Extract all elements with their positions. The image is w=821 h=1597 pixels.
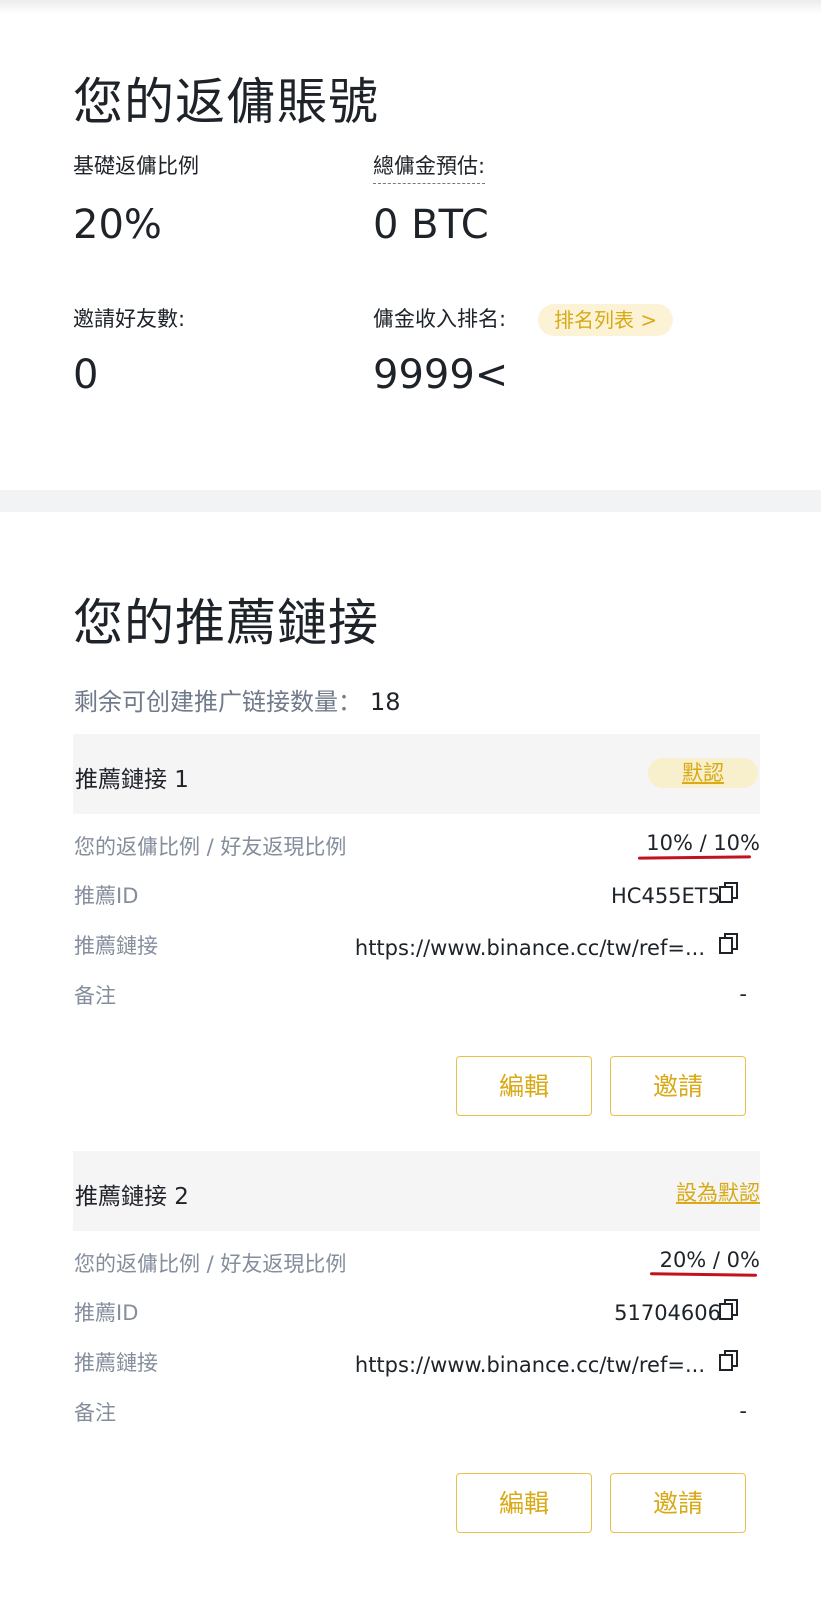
invited-friends-label: 邀請好友數: bbox=[73, 307, 186, 331]
remaining-count: 18 bbox=[370, 688, 401, 716]
invite-button[interactable]: 邀請 bbox=[610, 1056, 746, 1116]
copy-icon[interactable] bbox=[718, 932, 740, 956]
card-2-title: 推薦鏈接 2 bbox=[75, 1184, 189, 1210]
remaining-label: 剩余可创建推广链接数量： bbox=[74, 688, 362, 716]
note-value: - bbox=[739, 982, 747, 1006]
ratio-value: 20% / 0% bbox=[659, 1248, 760, 1272]
total-commission-label[interactable]: 總傭金預估: bbox=[373, 150, 486, 184]
rank-list-button[interactable]: 排名列表 > bbox=[538, 304, 674, 336]
copy-icon[interactable] bbox=[718, 881, 740, 905]
invited-friends-value: 0 bbox=[73, 352, 99, 398]
note-label: 备注 bbox=[74, 984, 116, 1008]
remaining-links: 剩余可创建推广链接数量： 18 bbox=[74, 682, 401, 717]
ratio-annotation-underline bbox=[637, 855, 752, 860]
set-default-link[interactable]: 設為默認 bbox=[676, 1177, 760, 1207]
commission-rank-label: 傭金收入排名: bbox=[373, 307, 507, 331]
referral-id-label: 推薦ID bbox=[74, 884, 139, 908]
note-label: 备注 bbox=[74, 1401, 116, 1425]
referral-link-label: 推薦鏈接 bbox=[74, 1351, 158, 1375]
copy-icon[interactable] bbox=[718, 1298, 740, 1322]
edit-button[interactable]: 編輯 bbox=[456, 1056, 592, 1116]
ratio-label: 您的返傭比例 / 好友返現比例 bbox=[74, 1252, 347, 1276]
card-1-header: 推薦鏈接 1 默認 bbox=[73, 734, 760, 814]
base-rate-value: 20% bbox=[73, 202, 162, 248]
invite-button[interactable]: 邀請 bbox=[610, 1473, 746, 1533]
card-1-title: 推薦鏈接 1 bbox=[75, 767, 189, 793]
referral-id-label: 推薦ID bbox=[74, 1301, 139, 1325]
top-shadow bbox=[0, 0, 821, 14]
base-rate-label: 基礎返傭比例 bbox=[73, 154, 199, 178]
ratio-annotation-underline bbox=[649, 1272, 758, 1277]
referral-link-value: https://www.binance.cc/tw/ref=... bbox=[354, 1353, 705, 1377]
referral-id-value: HC455ET5 bbox=[611, 884, 721, 908]
card-2-header: 推薦鏈接 2 設為默認 bbox=[73, 1151, 760, 1231]
note-value: - bbox=[739, 1399, 747, 1423]
referral-link-label: 推薦鏈接 bbox=[74, 934, 158, 958]
default-badge: 默認 bbox=[648, 758, 758, 788]
referral-id-value: 51704606 bbox=[614, 1301, 721, 1325]
links-title: 您的推薦鏈接 bbox=[73, 594, 379, 652]
edit-button[interactable]: 編輯 bbox=[456, 1473, 592, 1533]
account-title: 您的返傭賬號 bbox=[73, 73, 379, 131]
total-commission-value: 0 BTC bbox=[373, 202, 489, 248]
referral-link-value: https://www.binance.cc/tw/ref=... bbox=[354, 936, 705, 960]
copy-icon[interactable] bbox=[718, 1349, 740, 1373]
commission-rank-value: 9999< bbox=[373, 352, 509, 398]
ratio-label: 您的返傭比例 / 好友返現比例 bbox=[74, 835, 347, 859]
section-divider bbox=[0, 490, 821, 512]
ratio-value: 10% / 10% bbox=[646, 831, 760, 855]
